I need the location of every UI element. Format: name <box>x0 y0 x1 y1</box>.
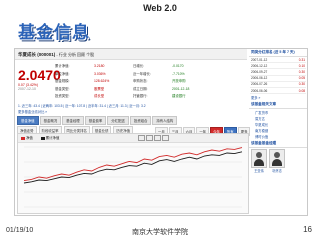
stats-value: 128.624% <box>94 79 110 83</box>
stats-label: 成立日期: <box>133 86 148 91</box>
tab-item[interactable]: 持有人结构 <box>152 116 178 125</box>
series-line-累计净值 <box>23 151 243 184</box>
tab-item[interactable]: 基金经理 <box>62 116 84 125</box>
manager-name: 王亚伟 <box>254 169 264 174</box>
stats-row: 投资类型: 成长型 托管银行: 建设银行 <box>55 93 211 101</box>
fund-tabs: 基金净值 基金概况 基金经理 基金费率 分红配送 投资组合 持有人结构 <box>17 116 178 125</box>
fund-title-bar: 华夏成长 (000001) - 行业 分析 回顾 个股 <box>15 49 247 60</box>
avatar <box>251 149 267 169</box>
chart-tools <box>138 135 169 141</box>
slide-heading: 基金信息 <box>18 23 90 43</box>
stats-value: -7.710% <box>172 71 185 76</box>
stats-label: 申购状态: <box>133 79 148 83</box>
dividend-value: 0.08 <box>288 87 306 95</box>
more-performance-link[interactable]: 更多基金业绩对比 » <box>18 109 47 114</box>
dividend-table: 2007-01-12 0.31 2006-12-12 0.10 2006-09-27 0.… <box>250 57 306 95</box>
sidebar-nav-title: 同类分红排名 (近 5 年 7 天) <box>249 49 307 57</box>
stats-label: 单位净值: <box>55 71 70 76</box>
fund-page-screenshot: 华夏成长 (000001) - 行业 分析 回顾 个股 2.0470 0.07 … <box>14 48 308 216</box>
print-icon[interactable] <box>162 135 169 141</box>
sidebar: 同类分红排名 (近 5 年 7 天) 2007-01-12 0.31 2006-12… <box>249 49 307 215</box>
chart-legend: 净值 累计净值 <box>18 134 248 143</box>
related-title: 该基金相关文章 <box>249 101 307 110</box>
avatar <box>269 149 285 169</box>
price-date: 2007-12-10 <box>18 87 36 91</box>
stats-value: 建设银行 <box>172 94 186 98</box>
tab-item[interactable]: 基金概况 <box>39 116 62 125</box>
manager-card[interactable]: 王亚伟 <box>251 149 267 173</box>
legend-item-nav: 净值 <box>21 134 33 142</box>
stats-value: 成长型 <box>94 94 105 98</box>
stats-value: 3.036% <box>94 71 106 76</box>
tab-item[interactable]: 基金费率 <box>84 116 107 125</box>
more-link[interactable]: 更多 » <box>249 94 307 101</box>
dividend-row: 2006-06-06 0.08 <box>250 87 306 95</box>
manager-name: 巩怀志 <box>272 169 282 174</box>
manager-title: 该基金基金经理 <box>249 140 307 149</box>
tab-item[interactable]: 投资组合 <box>129 116 152 125</box>
fund-toolbar-text: - 行业 分析 回顾 个股 <box>56 52 95 57</box>
performance-link[interactable]: 1. 近三年: 43.4 | 近两年: 103.5 | 近一年: 107.8 |… <box>18 103 228 108</box>
price-sub: 0.07 (3.42%) 2007-12-10 <box>18 83 38 91</box>
stats-value: 2001-12-18 <box>172 86 190 91</box>
related-list: 广发货币 易方达 华夏成长 南方稳健 博时价值 <box>249 109 307 140</box>
stats-label: 投资类型: <box>55 94 70 98</box>
stats-row: 累计净值: 3.2180 日增长: -0.0170 <box>55 63 211 71</box>
manager-list: 王亚伟 巩怀志 <box>249 148 307 174</box>
zoom-in-icon[interactable] <box>138 135 145 141</box>
stats-value: 开放申购 <box>172 79 186 83</box>
stats-value: 3.2180 <box>94 64 105 68</box>
page-number: 16 <box>303 225 312 234</box>
stats-row: 单位净值: 3.036% 近一年增长: -7.710% <box>55 71 211 79</box>
nav-line-chart <box>23 146 243 208</box>
dividend-date: 2006-06-06 <box>250 87 289 95</box>
stats-label: 近一年增长: <box>133 71 151 76</box>
stats-value: 股票型 <box>94 86 105 91</box>
series-line-净值 <box>23 147 243 182</box>
fund-stats-table: 累计净值: 3.2180 日增长: -0.0170 单位净值: 3.036% 近一年增长: -… <box>55 63 211 101</box>
tab-item[interactable]: 分红配送 <box>107 116 129 125</box>
stats-row: 基金规模: 128.624% 申购状态: 开放申购 <box>55 78 211 86</box>
stats-label: 托管银行: <box>133 94 148 98</box>
stats-label: 累计净值: <box>55 64 70 68</box>
fund-name: 华夏成长 (000001) <box>18 52 56 57</box>
legend-item-cumulative: 累计净值 <box>40 134 59 142</box>
stats-row: 基金类型: 股票型 成立日期: 2001-12-18 <box>55 86 211 94</box>
stats-label: 日增长: <box>133 64 145 68</box>
chart-panel: 净值 累计净值 <box>17 133 249 214</box>
zoom-out-icon[interactable] <box>146 135 153 141</box>
stats-label: 基金类型: <box>55 86 70 91</box>
manager-card[interactable]: 巩怀志 <box>269 149 285 173</box>
stats-label: 基金规模: <box>55 79 70 83</box>
tab-item[interactable]: 基金净值 <box>17 116 39 125</box>
reset-icon[interactable] <box>154 135 161 141</box>
slide-title: Web 2.0 <box>143 3 177 13</box>
footer-org: 南京大学软件学院 <box>132 228 188 236</box>
stats-value: -0.0170 <box>172 64 184 68</box>
